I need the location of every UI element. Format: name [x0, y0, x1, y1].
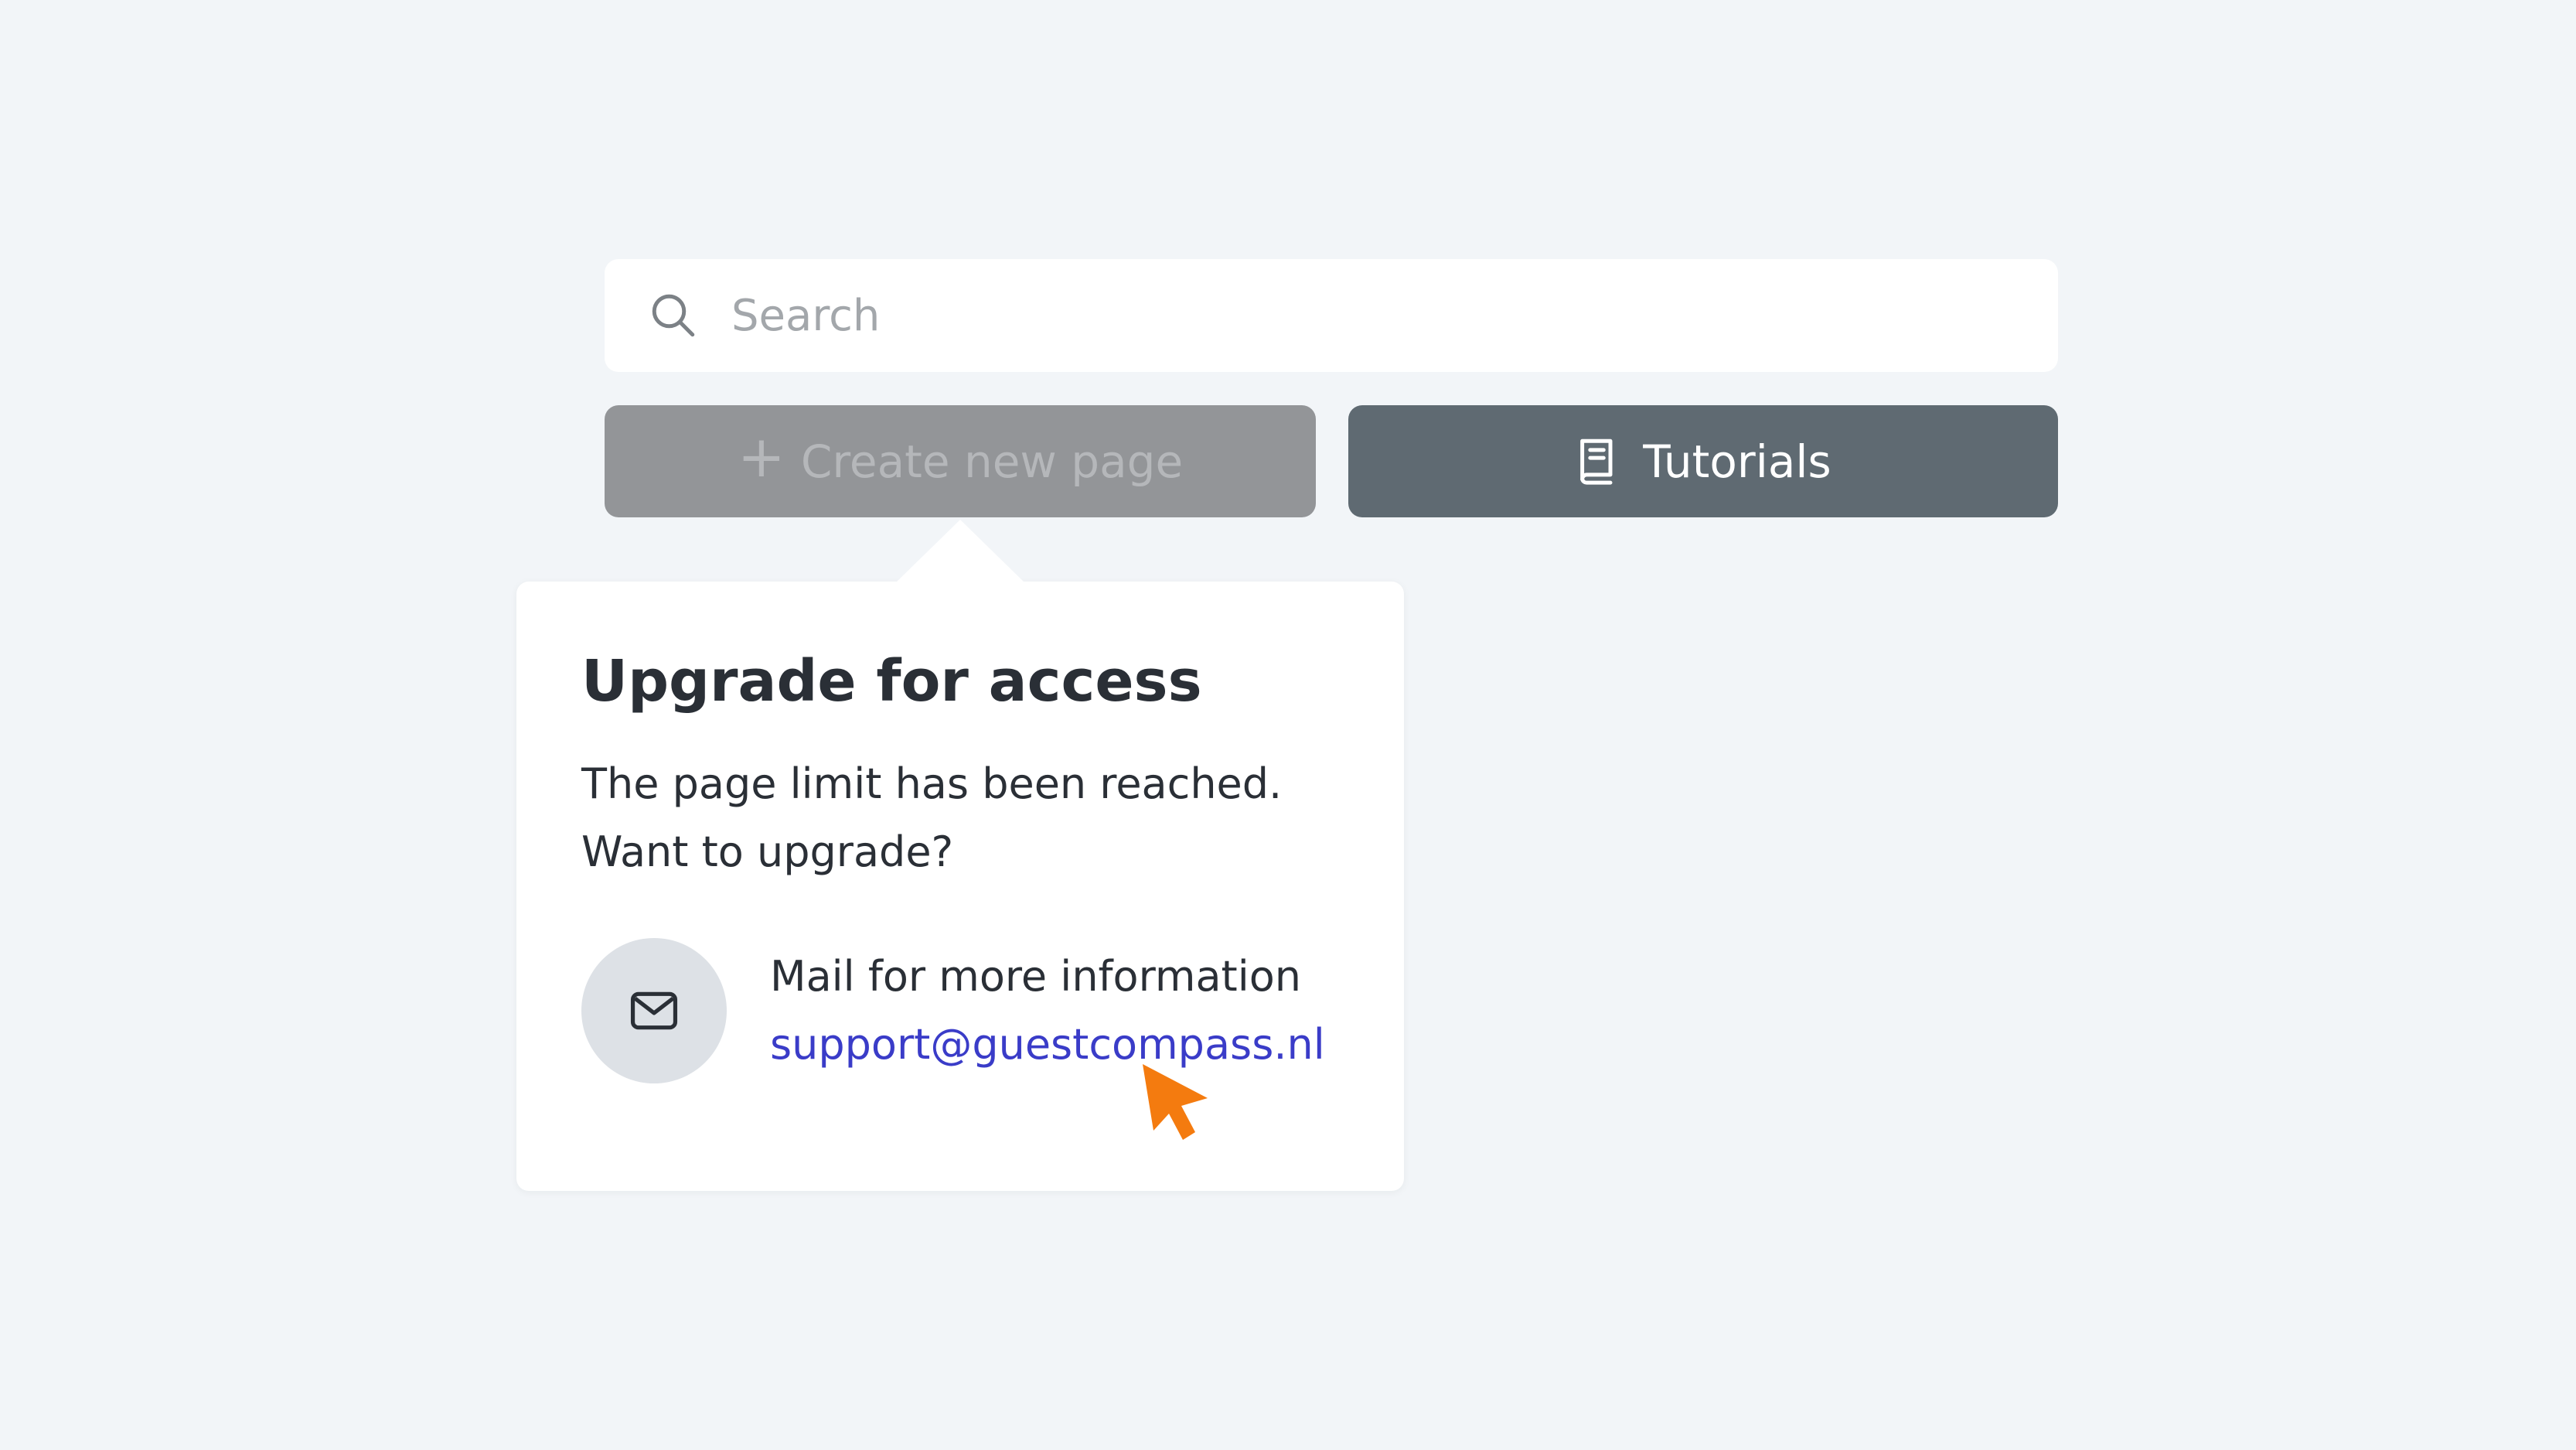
mail-icon [630, 991, 678, 1030]
mouse-pointer-icon [1143, 1064, 1208, 1140]
mail-contact: Mail for more information support@guestc… [581, 937, 1325, 1084]
plus-icon: + [737, 423, 785, 490]
book-icon [1580, 438, 1613, 485]
search-input[interactable] [731, 290, 1968, 341]
search-bar[interactable] [605, 259, 2058, 372]
create-new-page-button[interactable]: + Create new page [605, 405, 1316, 517]
popover-message: The page limit has been reached. Want to… [581, 759, 1283, 876]
search-icon [652, 294, 695, 337]
mail-caption: Mail for more information [770, 952, 1301, 1001]
popover-title: Upgrade for access [581, 648, 1202, 715]
support-email-link[interactable]: support@guestcompass.nl [770, 1011, 1325, 1079]
tutorials-button[interactable]: Tutorials [1348, 405, 2058, 517]
popover-arrow [895, 520, 1025, 583]
upgrade-popover: Upgrade for access The page limit has be… [516, 520, 1404, 1191]
tutorials-label: Tutorials [1643, 435, 1831, 488]
mail-text: Mail for more information support@guestc… [770, 943, 1325, 1079]
mail-icon-circle [581, 938, 727, 1083]
create-new-page-label: Create new page [800, 435, 1184, 488]
